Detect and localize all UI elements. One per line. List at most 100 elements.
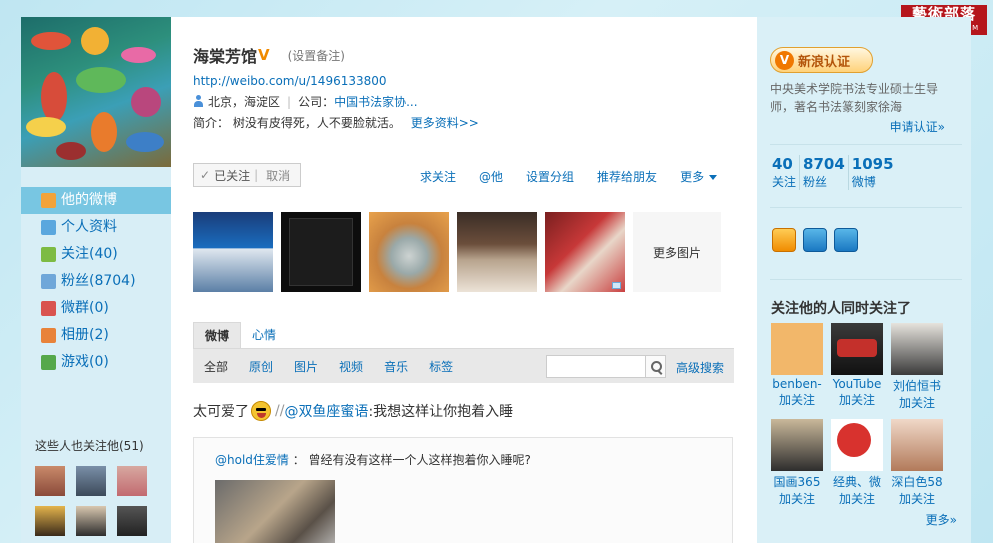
filter-original[interactable]: 原创 xyxy=(249,358,273,375)
mention-link[interactable]: @双鱼座蜜语 xyxy=(284,401,368,421)
user-card-icon xyxy=(41,220,56,235)
divider: | xyxy=(254,168,259,182)
user-add-icon xyxy=(41,247,56,262)
youtube-logo[interactable] xyxy=(831,323,883,375)
comment-icon xyxy=(612,282,621,289)
follower-avatar[interactable] xyxy=(76,506,106,536)
nav-item-album[interactable]: 相册(2) xyxy=(21,322,171,349)
profile-avatar[interactable] xyxy=(21,17,171,167)
unfollow-button[interactable]: 取消 xyxy=(266,167,290,184)
follow-button[interactable]: 加关注 xyxy=(831,391,883,408)
nav-item-label: 关注(40) xyxy=(61,246,118,262)
verified-description: 中央美术学院书法专业硕士生导师，著名书法篆刻家徐海 xyxy=(770,82,939,114)
follower-avatar[interactable] xyxy=(76,466,106,496)
filter-images[interactable]: 图片 xyxy=(294,358,318,375)
verified-badge-label: 新浪认证 xyxy=(798,54,851,70)
ask-follow-link[interactable]: 求关注 xyxy=(420,168,456,185)
hand-icon[interactable] xyxy=(834,228,858,252)
nav-item-label: 游戏(0) xyxy=(61,354,109,370)
recommended-user-avatar[interactable] xyxy=(771,323,823,375)
post-text: 太可爱了 xyxy=(193,404,249,420)
nav-item-fans[interactable]: 粉丝(8704) xyxy=(21,268,171,295)
tab-weibo[interactable]: 微博 xyxy=(193,322,242,348)
nav-item-label: 微群(0) xyxy=(61,300,109,316)
follower-avatar[interactable] xyxy=(117,466,147,496)
stat-number: 1095 xyxy=(851,155,894,173)
follow-button[interactable]: 加关注 xyxy=(771,490,823,507)
nav-item-following[interactable]: 关注(40) xyxy=(21,241,171,268)
home-icon xyxy=(41,193,56,208)
stat-label: 关注 xyxy=(772,175,797,189)
recommended-user-name[interactable]: 刘伯恒书 xyxy=(891,377,943,394)
nav-item-games[interactable]: 游戏(0) xyxy=(21,349,171,376)
follow-button[interactable]: 加关注 xyxy=(771,391,823,408)
divider xyxy=(770,144,962,145)
profile-name: 海棠芳馆 xyxy=(193,47,258,66)
profile-url-link[interactable]: http://weibo.com/u/1496133800 xyxy=(193,74,387,88)
stat-weibo[interactable]: 1095 微博 xyxy=(852,155,897,190)
nav-item-weibo[interactable]: 他的微博 xyxy=(21,187,171,214)
filter-tags[interactable]: 标签 xyxy=(429,358,453,375)
repost-image[interactable] xyxy=(215,480,335,543)
recommended-user-name[interactable]: 国画365 xyxy=(771,473,823,490)
photo-thumbnail[interactable] xyxy=(545,212,625,292)
more-info-link[interactable]: 更多资料>> xyxy=(411,116,479,130)
recommend-link[interactable]: 推荐给朋友 xyxy=(597,168,657,185)
filter-video[interactable]: 视频 xyxy=(339,358,363,375)
stat-following[interactable]: 40 关注 xyxy=(772,155,801,190)
follower-avatar[interactable] xyxy=(35,466,65,496)
recommended-user-avatar[interactable] xyxy=(891,323,943,375)
repost-text: ： 曾经有没有这样一个人这样抱着你入睡呢? xyxy=(292,453,531,467)
laughing-emoji-icon xyxy=(251,401,271,421)
profile-header: 海棠芳馆 V (设置备注) xyxy=(193,43,345,67)
follower-avatar[interactable] xyxy=(117,506,147,536)
filter-music[interactable]: 音乐 xyxy=(384,358,408,375)
feed-search-input[interactable] xyxy=(546,355,646,378)
follow-button[interactable]: 加关注 xyxy=(831,490,883,507)
right-sidebar: V 新浪认证 中央美术学院书法专业硕士生导师，著名书法篆刻家徐海 申请认证» 4… xyxy=(757,17,971,543)
mention-link[interactable]: @他 xyxy=(479,168,503,185)
recommended-user-name[interactable]: 深白色58 xyxy=(891,473,943,490)
recommended-user-name[interactable]: 经典、微 xyxy=(831,473,883,490)
more-recommendations-link[interactable]: 更多» xyxy=(926,511,957,528)
chevron-down-icon xyxy=(709,175,718,180)
more-dropdown[interactable]: 更多 xyxy=(680,168,718,185)
also-followed-section: 这些人也关注他(51) xyxy=(35,437,165,536)
nav-item-profile[interactable]: 个人资料 xyxy=(21,214,171,241)
chat-icon[interactable] xyxy=(772,228,796,252)
set-remark-link[interactable]: (设置备注) xyxy=(288,47,345,64)
album-icon xyxy=(41,328,56,343)
photo-thumbnail[interactable] xyxy=(369,212,449,292)
profile-stats: 40 关注 8704 粉丝 1095 微博 xyxy=(772,155,900,190)
nav-item-groups[interactable]: 微群(0) xyxy=(21,295,171,322)
sina-verified-badge[interactable]: V 新浪认证 xyxy=(770,47,873,73)
photo-thumbnail[interactable] xyxy=(457,212,537,292)
divider xyxy=(770,279,962,280)
filter-all[interactable]: 全部 xyxy=(204,358,228,375)
stat-fans[interactable]: 8704 粉丝 xyxy=(803,155,849,190)
more-photos-link[interactable]: 更多图片 xyxy=(633,212,721,292)
stat-number: 40 xyxy=(772,155,793,173)
photo-thumbnail[interactable] xyxy=(193,212,273,292)
recommended-user-avatar[interactable] xyxy=(831,419,883,471)
set-group-link[interactable]: 设置分组 xyxy=(526,168,574,185)
bio-text: 树没有皮得死，人不要脸就活。 xyxy=(232,116,401,130)
recommended-user-name[interactable]: benben- xyxy=(771,377,823,391)
verified-icon: V xyxy=(258,46,270,64)
advanced-search-link[interactable]: 高级搜索 xyxy=(676,359,724,376)
tab-mood[interactable]: 心情 xyxy=(241,322,287,348)
repost-author-link[interactable]: @hold住爱情 xyxy=(215,453,289,467)
nav-item-label: 粉丝(8704) xyxy=(61,273,136,289)
user-icon xyxy=(193,95,204,108)
photo-thumbnail[interactable] xyxy=(281,212,361,292)
search-icon[interactable] xyxy=(646,355,666,378)
company-link[interactable]: 中国书法家协... xyxy=(334,93,417,110)
apply-verification-link[interactable]: 申请认证» xyxy=(890,118,945,135)
recommended-user-name[interactable]: YouTube xyxy=(831,377,883,391)
follow-button[interactable]: 加关注 xyxy=(891,490,943,507)
share-icon[interactable] xyxy=(803,228,827,252)
recommended-user-avatar[interactable] xyxy=(771,419,823,471)
follow-button[interactable]: 加关注 xyxy=(891,394,943,411)
follower-avatar[interactable] xyxy=(35,506,65,536)
recommended-user-avatar[interactable] xyxy=(891,419,943,471)
